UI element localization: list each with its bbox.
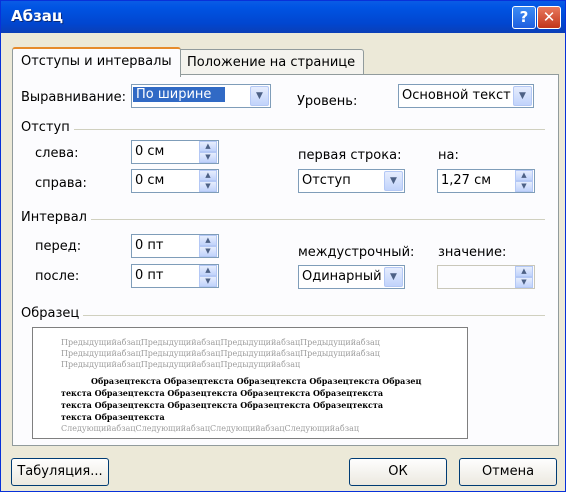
first-line-value: Отступ <box>302 173 351 188</box>
after-field[interactable]: 0 пт ▲ ▼ <box>131 264 219 288</box>
tab-page-position[interactable]: Положение на странице <box>178 49 365 76</box>
indent-left-field[interactable]: 0 см ▲ ▼ <box>131 140 219 164</box>
level-value: Основной текст <box>402 88 511 103</box>
spacing-divider <box>21 219 545 220</box>
chevron-down-icon[interactable]: ▼ <box>384 267 403 287</box>
by-label: на: <box>438 148 459 163</box>
spin-down-icon[interactable]: ▼ <box>515 277 533 288</box>
preview-group-title: Образец <box>21 306 84 321</box>
spin-up-icon[interactable]: ▲ <box>515 266 533 277</box>
indent-left-label: слева: <box>35 146 79 161</box>
spin-up-icon[interactable]: ▲ <box>515 170 533 181</box>
line-spacing-label: междустрочный: <box>298 245 415 260</box>
spin-up-icon[interactable]: ▲ <box>199 141 217 152</box>
indent-right-label: справа: <box>35 176 87 191</box>
chevron-down-icon[interactable]: ▼ <box>513 86 532 106</box>
alignment-value: По ширине <box>133 87 225 102</box>
by-field[interactable]: 1,27 см ▲ ▼ <box>437 169 535 193</box>
preview-prev-line: ПредыдущийабзацПредыдущийабзацПредыдущий… <box>61 338 380 347</box>
indent-divider <box>21 129 545 130</box>
spin-down-icon[interactable]: ▼ <box>199 181 217 192</box>
alignment-label: Выравнивание: <box>21 90 126 105</box>
preview-sample-line: Образецтекста Образецтекста Образецтекст… <box>91 376 422 386</box>
spin-up-icon[interactable]: ▲ <box>199 265 217 276</box>
level-select[interactable]: Основной текст ▼ <box>398 84 534 108</box>
at-label: значение: <box>438 245 507 260</box>
chevron-down-icon[interactable]: ▼ <box>250 86 269 106</box>
spacing-group-title: Интервал <box>21 210 91 225</box>
tabs-button[interactable]: Табуляция... <box>11 458 109 486</box>
first-line-select[interactable]: Отступ ▼ <box>298 169 405 193</box>
preview-divider <box>21 315 545 316</box>
window-title: Абзац <box>11 7 64 25</box>
preview-sample-line: текста Образецтекста <box>61 412 165 422</box>
preview-sample-line: текста Образецтекста Образецтекста Образ… <box>61 400 384 410</box>
indent-left-value: 0 см <box>135 144 165 159</box>
spin-up-icon[interactable]: ▲ <box>199 235 217 246</box>
title-bar[interactable]: Абзац ? ✕ <box>1 1 565 33</box>
alignment-select[interactable]: По ширине ▼ <box>131 84 271 108</box>
indent-right-field[interactable]: 0 см ▲ ▼ <box>131 169 219 193</box>
line-spacing-select[interactable]: Одинарный ▼ <box>298 265 405 289</box>
level-label: Уровень: <box>297 94 358 109</box>
preview-box: ПредыдущийабзацПредыдущийабзацПредыдущий… <box>32 327 468 439</box>
indent-right-value: 0 см <box>135 173 165 188</box>
indent-group-title: Отступ <box>21 120 74 135</box>
line-spacing-value: Одинарный <box>302 269 382 284</box>
first-line-label: первая строка: <box>298 148 402 163</box>
before-label: перед: <box>35 239 82 254</box>
help-button[interactable]: ? <box>512 6 536 29</box>
preview-next-line: СледующийабзацСледующийабзацСледующийабз… <box>61 424 359 433</box>
spin-up-icon[interactable]: ▲ <box>199 170 217 181</box>
paragraph-dialog: Абзац ? ✕ Отступы и интервалы Положение … <box>0 0 566 492</box>
preview-sample-line: текста Образецтекста Образецтекста Образ… <box>61 388 384 398</box>
spin-down-icon[interactable]: ▼ <box>199 276 217 287</box>
ok-button[interactable]: ОК <box>349 458 447 486</box>
after-label: после: <box>35 269 80 284</box>
preview-prev-line: ПредыдущийабзацПредыдущийабзацПредыдущий… <box>61 360 301 369</box>
before-field[interactable]: 0 пт ▲ ▼ <box>131 234 219 258</box>
spin-down-icon[interactable]: ▼ <box>199 246 217 257</box>
after-value: 0 пт <box>135 268 164 283</box>
cancel-button[interactable]: Отмена <box>459 458 557 486</box>
before-value: 0 пт <box>135 238 164 253</box>
tab-indents-spacing[interactable]: Отступы и интервалы <box>12 47 181 77</box>
close-button[interactable]: ✕ <box>537 6 561 29</box>
chevron-down-icon[interactable]: ▼ <box>384 171 403 191</box>
by-value: 1,27 см <box>441 173 492 188</box>
at-field[interactable]: ▲ ▼ <box>437 265 535 289</box>
spin-down-icon[interactable]: ▼ <box>515 181 533 192</box>
spin-down-icon[interactable]: ▼ <box>199 152 217 163</box>
preview-prev-line: ПредыдущийабзацПредыдущийабзацПредыдущий… <box>61 349 380 358</box>
